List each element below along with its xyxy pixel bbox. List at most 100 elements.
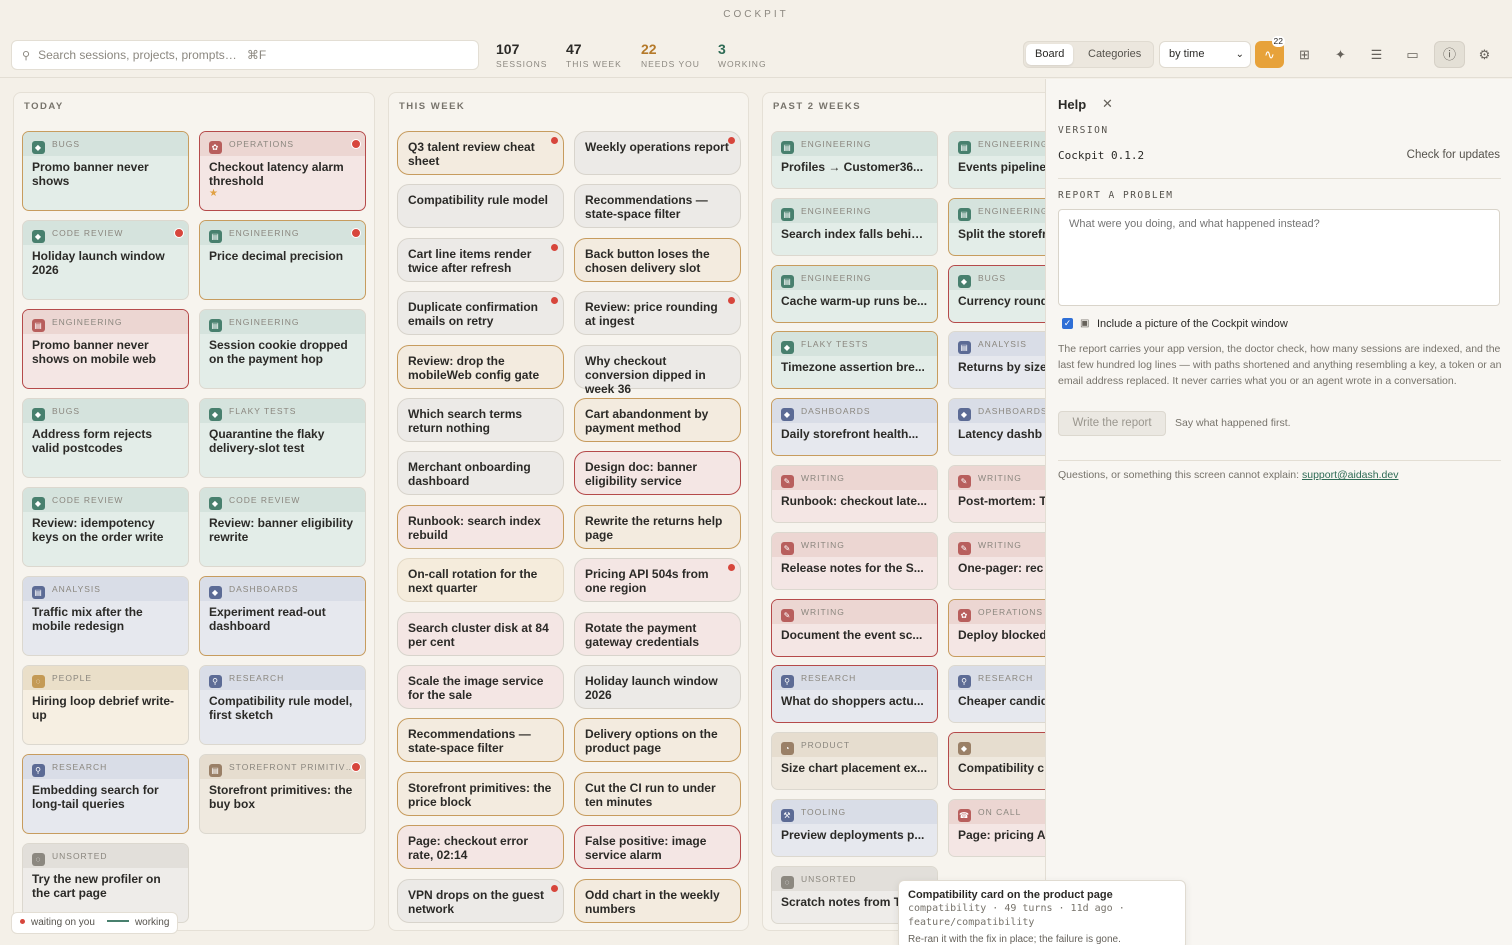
card-title: Holiday launch window 2026 (585, 674, 718, 702)
category-label: UNSORTED (801, 873, 857, 884)
session-card[interactable]: Pricing API 504s from one region (574, 558, 741, 603)
support-email-link[interactable]: support@aidash.dev (1302, 469, 1398, 481)
card-title: Cache warm-up runs be... (781, 293, 928, 308)
session-card[interactable]: ◌ UNSORTED Try the new profiler on the car… (22, 843, 189, 923)
divider (1058, 178, 1501, 179)
session-card[interactable]: ⚲ RESEARCH What do shoppers actu... (771, 665, 938, 724)
session-card[interactable]: ✿ OPERATIONS Checkout latency alarm thresh… (199, 131, 366, 211)
session-card[interactable]: ◆ CODE REVIEW Review: banner eligibility r… (199, 487, 366, 567)
session-card[interactable]: Odd chart in the weekly numbers (574, 878, 741, 923)
session-card[interactable]: Merchant onboarding dashboard (397, 451, 564, 496)
session-card[interactable]: VPN drops on the guest network (397, 878, 564, 923)
category-icon: ◆ (32, 230, 45, 243)
session-card[interactable]: ◌ PEOPLE Hiring loop debrief write-up (22, 665, 189, 745)
session-card[interactable]: ◆ CODE REVIEW Review: idempotency keys on … (22, 487, 189, 567)
list-view-icon[interactable]: ☰ (1363, 41, 1390, 68)
session-card[interactable]: Recommendations — state-space filter (574, 184, 741, 229)
session-card[interactable]: Cut the CI run to under ten minutes (574, 771, 741, 816)
card-title: False positive: image service alarm (585, 834, 707, 863)
card-title: Release notes for the S... (781, 560, 924, 575)
session-card[interactable]: Review: drop the mobileWeb config gate (397, 344, 564, 389)
session-card[interactable]: ⚒ TOOLING Preview deployments p... (771, 799, 938, 857)
archive-icon[interactable]: ▭ (1399, 41, 1426, 68)
activity-button[interactable]: ∿ 22 (1255, 36, 1285, 68)
session-card[interactable]: ▤ ANALYSIS Traffic mix after the mobile re… (22, 576, 189, 656)
session-card[interactable]: ▤ ENGINEERING Search index falls behin... (771, 197, 938, 256)
write-report-button[interactable]: Write the report (1058, 411, 1166, 436)
board-tab[interactable]: Board (1026, 44, 1074, 65)
chevron-down-icon: ⌄ (1235, 49, 1244, 60)
session-card[interactable]: ◆ BUGS Promo banner never shows (22, 131, 189, 211)
session-card[interactable]: Why checkout conversion dipped in week 3… (574, 344, 741, 396)
category-label: OPERATIONS (978, 606, 1044, 617)
include-picture-checkbox[interactable]: ✓ (1062, 318, 1073, 329)
session-card[interactable]: Duplicate confirmation emails on retry (397, 291, 564, 336)
column-title: PAST 2 WEEKS (773, 101, 862, 112)
sparkle-icon[interactable]: ✦ (1327, 41, 1354, 68)
search-input[interactable]: ⚲ Search sessions, projects, prompts… ⌘F (11, 40, 479, 70)
session-card[interactable]: ◆ CODE REVIEW Holiday launch window 2026 (22, 220, 189, 300)
sort-select[interactable]: by time ⌄ (1159, 41, 1251, 68)
help-icon[interactable]: ⓘ (1434, 41, 1465, 68)
session-card[interactable]: ◆ FLAKY TESTS Quarantine the flaky deliver… (199, 398, 366, 478)
session-card[interactable]: Rotate the payment gateway credentials (574, 611, 741, 656)
card-category: ✎ WRITING (772, 532, 937, 557)
session-card[interactable]: ◔ PRODUCT Size chart placement ex... (771, 732, 938, 791)
session-card[interactable]: False positive: image service alarm (574, 825, 741, 870)
session-card[interactable]: ✎ WRITING Release notes for the S... (771, 531, 938, 590)
category-icon: ✎ (958, 475, 971, 488)
report-textarea[interactable] (1058, 209, 1500, 306)
star-icon: ★ (209, 188, 218, 199)
close-icon[interactable]: ✕ (1102, 96, 1113, 112)
questions-text: Questions, or something this screen cann… (1058, 469, 1398, 481)
session-card[interactable]: Recommendations — state-space filter (397, 718, 564, 763)
session-card[interactable]: Q3 talent review cheat sheet (397, 131, 564, 175)
card-title: Recommendations — state-space filter (408, 727, 531, 756)
session-card[interactable]: Compatibility rule model (397, 184, 564, 229)
divider (1058, 460, 1501, 461)
view-switcher: Board Categories (1023, 41, 1154, 68)
session-card[interactable]: Page: checkout error rate, 02:14 (397, 825, 564, 870)
card-title: Timezone assertion bre... (781, 360, 925, 375)
session-card[interactable]: ✎ WRITING Document the event sc... (771, 598, 938, 657)
session-card[interactable]: ◆ BUGS Address form rejects valid postcode… (22, 398, 189, 478)
check-updates-button[interactable]: Check for updates (1407, 149, 1500, 161)
session-card[interactable]: Scale the image service for the sale (397, 665, 564, 709)
category-icon: ◆ (781, 341, 794, 355)
session-card[interactable]: ▤ ENGINEERING Cache warm-up runs be... (771, 264, 938, 323)
session-card[interactable]: ⚲ RESEARCH Embedding search for long-tail … (22, 754, 189, 834)
session-card[interactable]: ▤ ENGINEERING Profiles → Customer36... (771, 131, 938, 189)
session-card[interactable]: Review: price rounding at ingest (574, 291, 741, 336)
help-panel: Help ✕ VERSION Cockpit 0.1.2 Check for u… (1045, 79, 1512, 945)
new-session-icon[interactable]: ⊞ (1291, 41, 1318, 68)
session-card[interactable]: On-call rotation for the next quarter (397, 558, 564, 603)
session-card[interactable]: Holiday launch window 2026 (574, 665, 741, 709)
session-card[interactable]: Storefront primitives: the price block (397, 771, 564, 816)
card-title: Price decimal precision (209, 249, 344, 263)
card-category: ▤ ENGINEERING (200, 221, 365, 245)
session-card[interactable]: Cart abandonment by payment method (574, 398, 741, 442)
session-card[interactable]: Delivery options on the product page (574, 718, 741, 763)
session-card[interactable]: Weekly operations report (574, 131, 741, 175)
session-card[interactable]: ▤ ENGINEERING Promo banner never shows on … (22, 309, 189, 389)
session-card[interactable]: ✎ WRITING Runbook: checkout late... (771, 465, 938, 523)
card-category: ▤ STOREFRONT PRIMITIV… (200, 755, 365, 779)
session-card[interactable]: ◆ DASHBOARDS Experiment read-out dashboard (199, 576, 366, 656)
session-card[interactable]: Back button loses the chosen delivery sl… (574, 237, 741, 282)
session-card[interactable]: Rewrite the returns help page (574, 504, 741, 549)
session-card[interactable]: Cart line items render twice after refre… (397, 237, 564, 282)
session-card[interactable]: ▤ ENGINEERING Session cookie dropped on th… (199, 309, 366, 389)
category-icon: ⚲ (781, 675, 794, 689)
categories-tab[interactable]: Categories (1079, 44, 1150, 65)
session-card[interactable]: ⚲ RESEARCH Compatibility rule model, first… (199, 665, 366, 745)
session-card[interactable]: Which search terms return nothing (397, 398, 564, 442)
session-card[interactable]: ▤ STOREFRONT PRIMITIV… Storefront primitiv… (199, 754, 366, 834)
session-card[interactable]: ◆ DASHBOARDS Daily storefront health... (771, 398, 938, 457)
session-card[interactable]: ▤ ENGINEERING Price decimal precision (199, 220, 366, 300)
card-title: Embedding search for long-tail queries (32, 783, 159, 811)
settings-gear-icon[interactable]: ⚙ (1471, 41, 1498, 68)
session-card[interactable]: Design doc: banner eligibility service (574, 451, 741, 496)
session-card[interactable]: ◆ FLAKY TESTS Timezone assertion bre... (771, 331, 938, 390)
session-card[interactable]: Runbook: search index rebuild (397, 504, 564, 549)
session-card[interactable]: Search cluster disk at 84 per cent (397, 611, 564, 656)
